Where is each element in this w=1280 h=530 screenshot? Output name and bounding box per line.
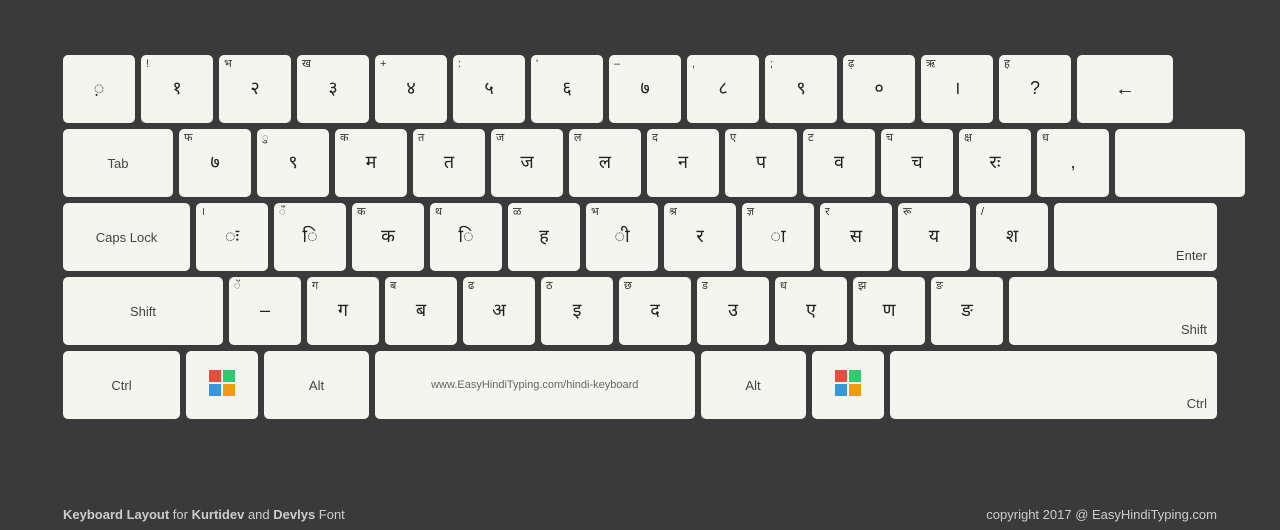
key-backspace[interactable]: ← — [1077, 55, 1173, 123]
key-semicolon[interactable]: रू य — [898, 203, 970, 271]
windows-logo-left — [208, 369, 236, 402]
key-x[interactable]: ग ग — [307, 277, 379, 345]
key-6[interactable]: ' ६ — [531, 55, 603, 123]
key-2[interactable]: भ २ — [219, 55, 291, 123]
key-t[interactable]: ज ज — [491, 129, 563, 197]
key-win-left[interactable] — [186, 351, 258, 419]
key-i[interactable]: ए प — [725, 129, 797, 197]
key-c[interactable]: ब ब — [385, 277, 457, 345]
key-shift-right[interactable]: Shift — [1009, 277, 1217, 345]
footer-left: Keyboard Layout for Kurtidev and Devlys … — [63, 507, 345, 522]
key-u[interactable]: द न — [647, 129, 719, 197]
key-b[interactable]: ठ इ — [541, 277, 613, 345]
key-w[interactable]: ु ९ — [257, 129, 329, 197]
key-v[interactable]: ढ अ — [463, 277, 535, 345]
key-enter-2[interactable]: Enter — [1054, 203, 1217, 271]
key-lbracket[interactable]: क्ष रः — [959, 129, 1031, 197]
key-o[interactable]: ट व — [803, 129, 875, 197]
key-9[interactable]: ; ९ — [765, 55, 837, 123]
windows-logo-right — [834, 369, 862, 402]
key-tab[interactable]: Tab — [63, 129, 173, 197]
key-ctrl-right[interactable]: Ctrl — [890, 351, 1218, 419]
key-j[interactable]: श्र र — [664, 203, 736, 271]
key-period[interactable]: झ ण — [853, 277, 925, 345]
key-win-right[interactable] — [812, 351, 884, 419]
key-p[interactable]: च च — [881, 129, 953, 197]
key-shift-left[interactable]: Shift — [63, 277, 223, 345]
key-4[interactable]: + ४ — [375, 55, 447, 123]
key-alt-left[interactable]: Alt — [264, 351, 369, 419]
key-a[interactable]: । ः — [196, 203, 268, 271]
key-minus[interactable]: ऋ । — [921, 55, 993, 123]
key-ctrl-left[interactable]: Ctrl — [63, 351, 180, 419]
key-7[interactable]: – ७ — [609, 55, 681, 123]
key-row-1: ़ ! १ भ २ ख ३ + ४ : ५ ' ६ – ७ — [63, 55, 1217, 123]
key-e[interactable]: क म — [335, 129, 407, 197]
key-s[interactable]: ँ ि — [274, 203, 346, 271]
key-d[interactable]: क क — [352, 203, 424, 271]
key-grave[interactable]: ़ — [63, 55, 135, 123]
key-row-5: Ctrl Alt www.EasyHindiTyping.com/hindi-k… — [63, 351, 1217, 419]
key-slash[interactable]: ङ ङ — [931, 277, 1003, 345]
key-g[interactable]: ळ ह — [508, 203, 580, 271]
key-equals[interactable]: ह ? — [999, 55, 1071, 123]
key-space[interactable]: www.EasyHindiTyping.com/hindi-keyboard — [375, 351, 695, 419]
key-n[interactable]: छ द — [619, 277, 691, 345]
keyboard: ़ ! १ भ २ ख ३ + ४ : ५ ' ६ – ७ — [63, 55, 1217, 425]
key-row-2: Tab फ ७ ु ९ क म त त ज ज ल ल द न — [63, 129, 1217, 197]
key-alt-right[interactable]: Alt — [701, 351, 806, 419]
key-enter[interactable] — [1115, 129, 1245, 197]
key-z[interactable]: ॅ – — [229, 277, 301, 345]
key-comma[interactable]: ध ए — [775, 277, 847, 345]
key-h[interactable]: भ ी — [586, 203, 658, 271]
key-k[interactable]: ज्ञ ा — [742, 203, 814, 271]
key-3[interactable]: ख ३ — [297, 55, 369, 123]
key-quote[interactable]: / श — [976, 203, 1048, 271]
key-1[interactable]: ! १ — [141, 55, 213, 123]
key-row-3: Caps Lock । ः ँ ि क क थ ि ळ ह भ ी श्र र — [63, 203, 1217, 271]
key-row-4: Shift ॅ – ग ग ब ब ढ अ ठ इ छ द ड उ — [63, 277, 1217, 345]
key-y[interactable]: ल ल — [569, 129, 641, 197]
footer-right: copyright 2017 @ EasyHindiTyping.com — [986, 507, 1217, 522]
key-0[interactable]: ढ़ ० — [843, 55, 915, 123]
key-r[interactable]: त त — [413, 129, 485, 197]
key-q[interactable]: फ ७ — [179, 129, 251, 197]
key-rbracket[interactable]: ध , — [1037, 129, 1109, 197]
key-l[interactable]: र स — [820, 203, 892, 271]
key-m[interactable]: ड उ — [697, 277, 769, 345]
key-8[interactable]: , ८ — [687, 55, 759, 123]
key-caps-lock[interactable]: Caps Lock — [63, 203, 190, 271]
key-5[interactable]: : ५ — [453, 55, 525, 123]
key-f[interactable]: थ ि — [430, 203, 502, 271]
